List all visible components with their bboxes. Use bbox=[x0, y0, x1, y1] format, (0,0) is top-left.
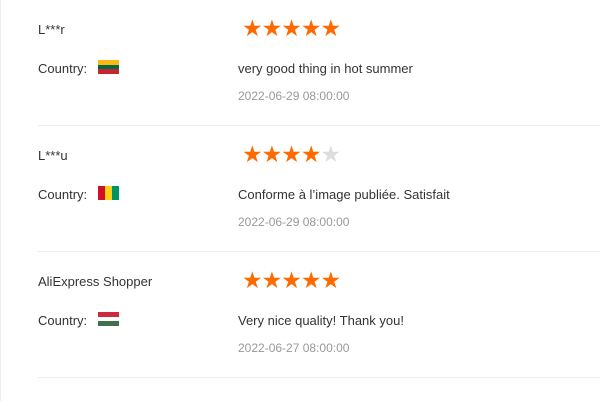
star-rating: ★★★★★ bbox=[242, 16, 342, 42]
star-icon: ★ bbox=[242, 268, 263, 294]
country-label: Country: bbox=[38, 313, 88, 328]
review-item: L***u Country: ★★★★★ Conforme à l’image … bbox=[38, 126, 600, 252]
star-rating: ★★★★★ bbox=[242, 268, 342, 294]
reviewer-name: AliExpress Shopper bbox=[38, 274, 153, 289]
review-date: 2022-06-29 08:00:00 bbox=[238, 215, 350, 229]
star-icon: ★ bbox=[320, 142, 342, 168]
reviewer-name: L***u bbox=[38, 148, 68, 163]
hungary-flag-icon bbox=[98, 312, 119, 327]
review-date: 2022-06-27 08:00:00 bbox=[238, 341, 350, 355]
review-date: 2022-06-29 08:00:00 bbox=[238, 89, 350, 103]
star-icon: ★ bbox=[281, 16, 302, 42]
page-left-border bbox=[0, 0, 1, 401]
lithuania-flag-icon bbox=[98, 60, 119, 75]
reviewer-name: L***r bbox=[38, 22, 65, 37]
review-text: Very nice quality! Thank you! bbox=[238, 313, 404, 328]
star-icon: ★ bbox=[281, 142, 302, 168]
star-rating: ★★★★★ bbox=[242, 142, 342, 168]
star-icon: ★ bbox=[320, 268, 342, 294]
star-icon: ★ bbox=[242, 142, 263, 168]
star-icon: ★ bbox=[300, 268, 322, 294]
star-icon: ★ bbox=[261, 142, 283, 168]
review-text: very good thing in hot summer bbox=[238, 61, 413, 76]
star-icon: ★ bbox=[261, 268, 283, 294]
star-icon: ★ bbox=[300, 16, 322, 42]
review-item: L***r Country: ★★★★★ very good thing in … bbox=[38, 0, 600, 126]
star-icon: ★ bbox=[281, 268, 302, 294]
star-icon: ★ bbox=[242, 16, 263, 42]
star-icon: ★ bbox=[320, 16, 342, 42]
country-label: Country: bbox=[38, 187, 88, 202]
country-label: Country: bbox=[38, 61, 88, 76]
guinea-flag-icon bbox=[98, 186, 119, 200]
star-icon: ★ bbox=[261, 16, 283, 42]
review-text: Conforme à l’image publiée. Satisfait bbox=[238, 187, 450, 202]
review-item: AliExpress Shopper Country: ★★★★★ Very n… bbox=[38, 252, 600, 378]
star-icon: ★ bbox=[300, 142, 322, 168]
